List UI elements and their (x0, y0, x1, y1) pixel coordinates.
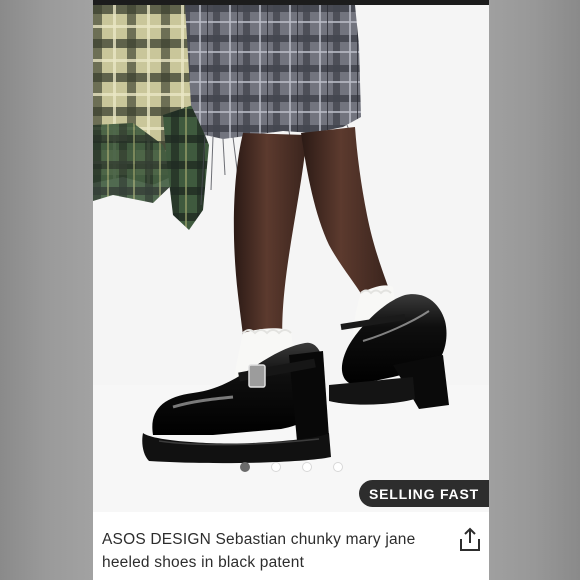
product-photo-illustration (93, 5, 489, 512)
share-icon (460, 527, 480, 551)
gallery-dot-3[interactable] (301, 462, 312, 472)
product-card: SELLING FAST ASOS DESIGN Sebastian chunk… (93, 0, 489, 580)
product-image[interactable]: SELLING FAST (93, 5, 489, 512)
gallery-dot-2[interactable] (270, 462, 281, 472)
product-info: ASOS DESIGN Sebastian chunky mary jane h… (93, 512, 489, 580)
gallery-dots (93, 462, 489, 476)
product-title: ASOS DESIGN Sebastian chunky mary jane h… (102, 531, 416, 571)
gallery-dot-1[interactable] (239, 462, 250, 472)
photo-frame: SELLING FAST ASOS DESIGN Sebastian chunk… (0, 0, 580, 580)
share-button[interactable] (458, 527, 482, 553)
selling-fast-badge: SELLING FAST (359, 480, 489, 507)
gallery-dot-4[interactable] (332, 462, 343, 472)
